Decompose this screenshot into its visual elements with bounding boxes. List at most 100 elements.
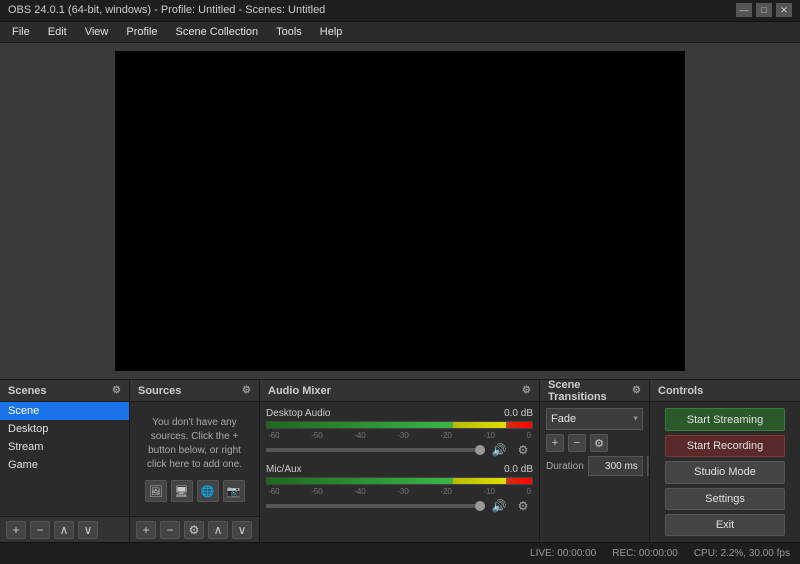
desktop-audio-slider-container — [266, 443, 485, 457]
scenes-footer: + − ∧ ∨ — [0, 516, 129, 542]
mic-meter-scale: -60 -50 -40 -30 -20 -10 0 — [266, 487, 533, 496]
scenes-remove-button[interactable]: − — [30, 521, 50, 539]
sources-up-button[interactable]: ∧ — [208, 521, 228, 539]
sources-footer: + − ⚙ ∧ ∨ — [130, 516, 259, 542]
transition-type-wrapper: Fade Cut Swipe Slide — [546, 408, 643, 430]
controls-content: Start Streaming Start Recording Studio M… — [650, 402, 800, 542]
menu-tools[interactable]: Tools — [268, 24, 310, 40]
duration-row: Duration ▲ ▼ — [546, 456, 643, 476]
status-rec: REC: 00:00:00 — [612, 548, 678, 559]
audio-config-icon[interactable]: ⚙ — [522, 385, 531, 396]
status-live: LIVE: 00:00:00 — [530, 548, 596, 559]
start-streaming-button[interactable]: Start Streaming — [665, 408, 785, 430]
desktop-meter-yellow — [453, 422, 506, 428]
menu-bar: File Edit View Profile Scene Collection … — [0, 22, 800, 44]
scenes-panel-header: Scenes ⚙ — [0, 380, 129, 402]
scenes-label: Scenes — [8, 385, 47, 397]
scene-item-stream[interactable]: Stream — [0, 438, 129, 456]
sources-content: You don't have any sources. Click the + … — [130, 402, 259, 516]
mic-meter-red — [506, 478, 533, 484]
transitions-add-remove-row: + − ⚙ — [546, 434, 643, 452]
desktop-audio-header: Desktop Audio 0.0 dB — [266, 408, 533, 419]
transition-remove-button[interactable]: − — [568, 434, 586, 452]
transition-type-select[interactable]: Fade Cut Swipe Slide — [546, 408, 643, 430]
status-bar: LIVE: 00:00:00 REC: 00:00:00 CPU: 2.2%, … — [0, 542, 800, 564]
window-controls: — □ ✕ — [736, 3, 792, 17]
source-icon-monitor[interactable]: 🖥 — [171, 480, 193, 502]
mic-meter-green — [267, 478, 453, 484]
mic-aux-header: Mic/Aux 0.0 dB — [266, 464, 533, 475]
menu-file[interactable]: File — [4, 24, 38, 40]
duration-label: Duration — [546, 461, 584, 472]
mic-meter-bg — [267, 478, 532, 484]
audio-panel-header: Audio Mixer ⚙ — [260, 380, 539, 402]
scene-transitions-panel: Scene Transitions ⚙ Fade Cut Swipe Slide… — [540, 380, 650, 542]
desktop-meter-red — [506, 422, 533, 428]
maximize-button[interactable]: □ — [756, 3, 772, 17]
start-recording-button[interactable]: Start Recording — [665, 435, 785, 457]
mic-aux-controls: 🔊 ⚙ — [266, 498, 533, 514]
settings-button[interactable]: Settings — [665, 488, 785, 510]
sources-settings-button[interactable]: ⚙ — [184, 521, 204, 539]
minimize-button[interactable]: — — [736, 3, 752, 17]
sources-remove-button[interactable]: − — [160, 521, 180, 539]
mic-aux-channel: Mic/Aux 0.0 dB -60 -50 — [266, 464, 533, 514]
content-area: Scenes ⚙ Scene Desktop Stream Game + − ∧… — [0, 43, 800, 542]
sources-panel-header: Sources ⚙ — [130, 380, 259, 402]
desktop-audio-db: 0.0 dB — [504, 408, 533, 419]
transition-settings-button[interactable]: ⚙ — [590, 434, 608, 452]
desktop-meter-green — [267, 422, 453, 428]
source-icon-camera[interactable]: 📷 — [223, 480, 245, 502]
menu-help[interactable]: Help — [312, 24, 351, 40]
status-cpu: CPU: 2.2%, 30.00 fps — [694, 548, 790, 559]
menu-view[interactable]: View — [77, 24, 117, 40]
scene-item-desktop[interactable]: Desktop — [0, 420, 129, 438]
scenes-config-icon[interactable]: ⚙ — [112, 385, 121, 396]
studio-mode-button[interactable]: Studio Mode — [665, 461, 785, 483]
mic-aux-slider[interactable] — [266, 504, 485, 508]
transition-add-button[interactable]: + — [546, 434, 564, 452]
duration-down-button[interactable]: ▼ — [647, 466, 649, 476]
main-window: OBS 24.0.1 (64-bit, windows) - Profile: … — [0, 0, 800, 564]
menu-scene-collection[interactable]: Scene Collection — [168, 24, 267, 40]
transitions-content: Fade Cut Swipe Slide + − ⚙ Duration — [540, 402, 649, 542]
duration-spin-buttons: ▲ ▼ — [647, 456, 649, 476]
menu-profile[interactable]: Profile — [118, 24, 165, 40]
menu-edit[interactable]: Edit — [40, 24, 75, 40]
mic-aux-db: 0.0 dB — [504, 464, 533, 475]
scenes-down-button[interactable]: ∨ — [78, 521, 98, 539]
desktop-audio-settings-button[interactable]: ⚙ — [513, 442, 533, 458]
duration-up-button[interactable]: ▲ — [647, 456, 649, 466]
sources-add-button[interactable]: + — [136, 521, 156, 539]
transitions-panel-header: Scene Transitions ⚙ — [540, 380, 649, 402]
mic-aux-slider-container — [266, 499, 485, 513]
preview-area — [0, 43, 800, 379]
desktop-audio-mute-button[interactable]: 🔊 — [489, 442, 509, 458]
title-bar: OBS 24.0.1 (64-bit, windows) - Profile: … — [0, 0, 800, 22]
mic-aux-settings-button[interactable]: ⚙ — [513, 498, 533, 514]
desktop-meter-scale: -60 -50 -40 -30 -20 -10 0 — [266, 431, 533, 440]
source-icon-browser[interactable]: 🌐 — [197, 480, 219, 502]
window-title: OBS 24.0.1 (64-bit, windows) - Profile: … — [8, 4, 325, 16]
bottom-panels: Scenes ⚙ Scene Desktop Stream Game + − ∧… — [0, 379, 800, 542]
scene-item-scene[interactable]: Scene — [0, 402, 129, 420]
scenes-add-button[interactable]: + — [6, 521, 26, 539]
desktop-audio-slider[interactable] — [266, 448, 485, 452]
scene-item-game[interactable]: Game — [0, 456, 129, 474]
transitions-config-icon[interactable]: ⚙ — [632, 385, 641, 396]
exit-button[interactable]: Exit — [665, 514, 785, 536]
desktop-meter-bg — [267, 422, 532, 428]
desktop-audio-meter — [266, 421, 533, 429]
close-button[interactable]: ✕ — [776, 3, 792, 17]
duration-input[interactable] — [588, 456, 643, 476]
controls-panel-header: Controls — [650, 380, 800, 402]
mic-aux-name: Mic/Aux — [266, 464, 302, 475]
audio-content: Desktop Audio 0.0 dB -60 — [260, 402, 539, 542]
sources-down-button[interactable]: ∨ — [232, 521, 252, 539]
source-icon-image[interactable]: 🖼 — [145, 480, 167, 502]
scenes-up-button[interactable]: ∧ — [54, 521, 74, 539]
mic-aux-mute-button[interactable]: 🔊 — [489, 498, 509, 514]
sources-help-text: You don't have any sources. Click the + … — [138, 416, 251, 472]
scenes-list: Scene Desktop Stream Game — [0, 402, 129, 516]
sources-config-icon[interactable]: ⚙ — [242, 385, 251, 396]
